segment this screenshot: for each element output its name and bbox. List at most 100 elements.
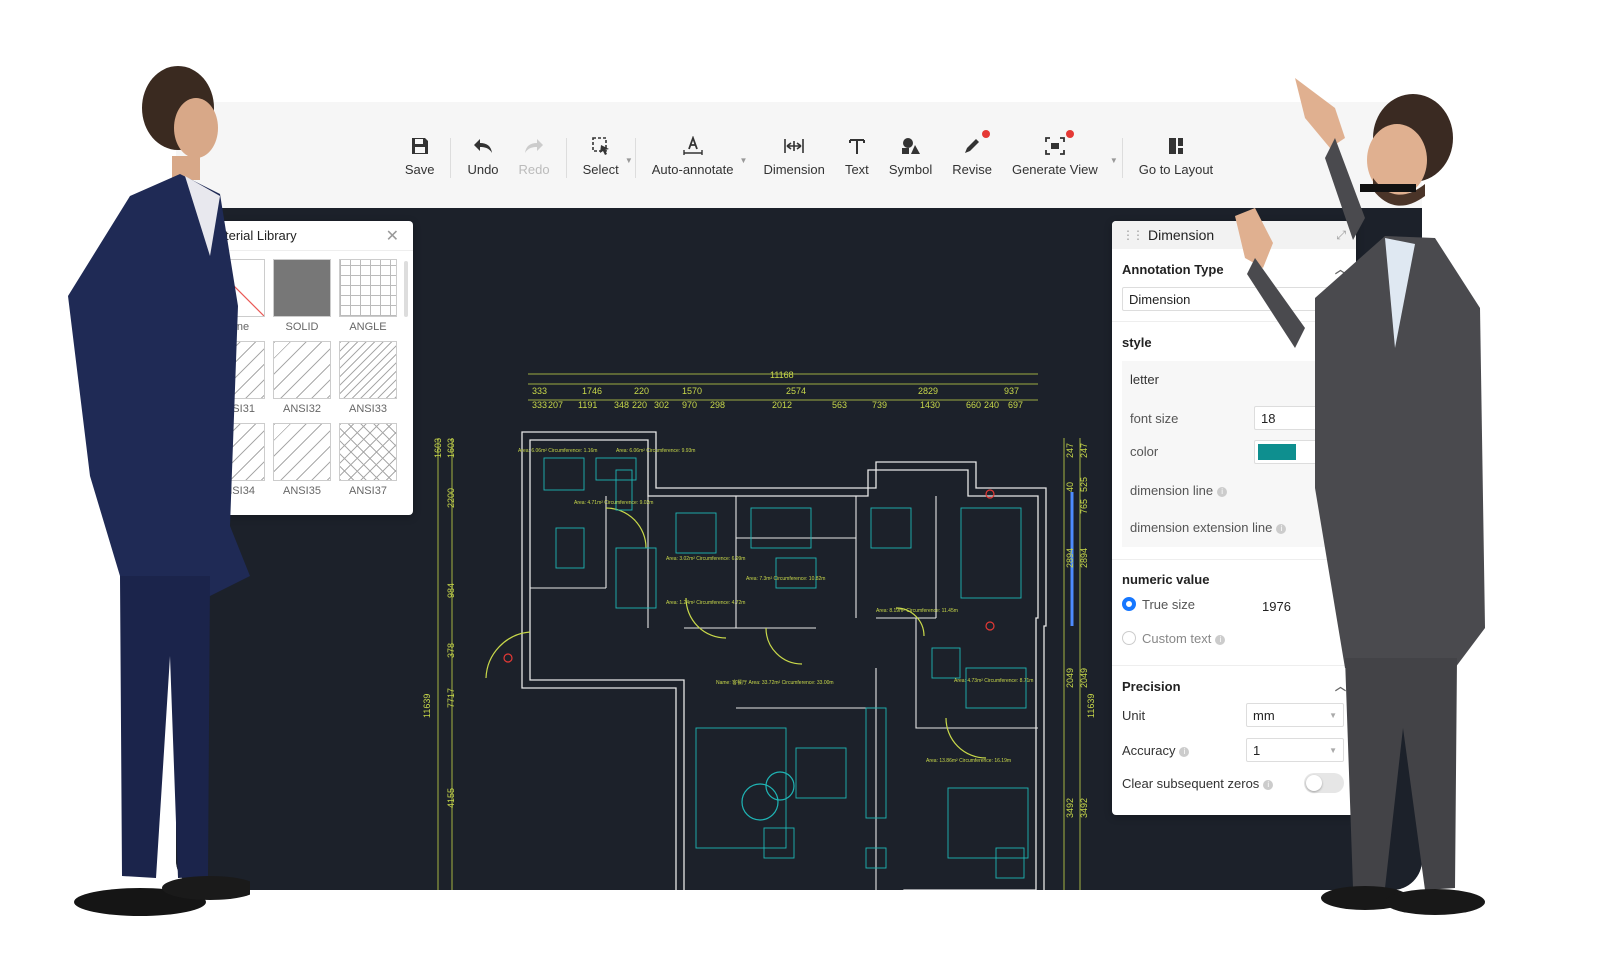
- furniture: [795, 747, 847, 799]
- true-size-radio[interactable]: [1122, 597, 1136, 611]
- furniture: [960, 507, 1022, 599]
- room-label: Area: 1.24m² Circumference: 4.72m: [666, 600, 745, 606]
- annotation-type-value: Dimension: [1129, 291, 1191, 307]
- precision-label: Precision: [1122, 678, 1181, 694]
- dimension-text: 247: [1065, 443, 1075, 458]
- text-button[interactable]: Text: [835, 134, 879, 177]
- text-label: Text: [844, 162, 869, 177]
- room-label: Area: 3.02m² Circumference: 6.99m: [666, 556, 745, 562]
- furniture: [543, 457, 585, 491]
- redo-icon: [522, 134, 546, 158]
- auto-annotate-button[interactable]: Auto-annotate ▼: [642, 134, 747, 177]
- panel-title: Dimension: [1148, 227, 1215, 243]
- interior-wall: [915, 618, 1038, 729]
- dimension-text: 3492: [1079, 798, 1089, 818]
- material-item[interactable]: ANGLE: [339, 259, 397, 335]
- revise-button[interactable]: Revise: [942, 130, 1002, 177]
- scrollbar[interactable]: [404, 261, 408, 317]
- dimension-text: 660: [966, 400, 981, 410]
- select-icon: [589, 134, 613, 158]
- material-swatch: [273, 341, 331, 399]
- select-label: Select: [582, 162, 619, 177]
- dimension-text: 2894: [1079, 548, 1089, 568]
- dimension-text: 525: [1079, 477, 1089, 492]
- dimension-text: 970: [682, 400, 697, 410]
- dimension-text: 11168: [770, 370, 794, 380]
- dimension-text: 11639: [422, 694, 432, 718]
- style-section: style: [1112, 335, 1162, 350]
- material-name: ANSI35: [283, 485, 321, 497]
- room-label: Area: 4.71m² Circumference: 9.02m: [574, 500, 653, 506]
- chevron-down-icon: ▼: [1109, 156, 1118, 165]
- furniture: [675, 512, 717, 554]
- material-name: ANSI32: [283, 403, 321, 415]
- notification-dot: [981, 130, 990, 138]
- dimension-text: 333: [532, 400, 547, 410]
- material-item[interactable]: SOLID: [273, 259, 331, 335]
- dimension-text: 207: [548, 400, 563, 410]
- dimension-text: 333: [532, 386, 547, 396]
- dimension-button[interactable]: Dimension: [753, 134, 834, 177]
- info-icon: i: [1215, 634, 1226, 645]
- dimension-text: 2574: [786, 386, 806, 396]
- material-swatch: [339, 423, 397, 481]
- furniture: [741, 783, 779, 821]
- true-size-label: True size: [1142, 597, 1195, 612]
- material-item[interactable]: ANSI32: [273, 341, 331, 417]
- custom-text-row: Custom text i: [1142, 631, 1226, 646]
- close-icon[interactable]: ✕: [386, 226, 399, 246]
- room-label: Area: 6.06m² Circumference: 1.16m: [518, 448, 597, 454]
- furniture: [965, 667, 1027, 709]
- material-item[interactable]: ANSI35: [273, 423, 331, 499]
- custom-text-radio[interactable]: [1122, 631, 1136, 645]
- undo-button[interactable]: Undo: [457, 134, 508, 177]
- door-arc: [765, 627, 803, 665]
- redo-button[interactable]: Redo: [509, 134, 560, 177]
- dimension-text: 2049: [1065, 668, 1075, 688]
- dimension-text: 984: [446, 583, 456, 598]
- material-item[interactable]: ANSI37: [339, 423, 397, 499]
- drag-handle-icon[interactable]: ⋮⋮: [1122, 228, 1144, 242]
- info-icon: i: [1217, 486, 1228, 497]
- info-icon: i: [1179, 746, 1190, 757]
- dimension-text: 378: [446, 643, 456, 658]
- marker-point: [503, 653, 513, 663]
- dimension-line-row[interactable]: dimension line i: [1130, 483, 1228, 498]
- go-to-layout-button[interactable]: Go to Layout: [1129, 134, 1223, 177]
- toolbar-divider: [1121, 138, 1123, 178]
- custom-text-label: Custom text: [1142, 631, 1212, 646]
- auto-annotate-icon: [681, 134, 705, 158]
- layout-icon: [1164, 134, 1188, 158]
- revise-label: Revise: [952, 162, 992, 177]
- go-to-layout-label: Go to Layout: [1138, 162, 1214, 177]
- dimension-label: Dimension: [763, 162, 825, 177]
- save-button[interactable]: Save: [395, 134, 445, 177]
- dimension-text: 563: [832, 400, 847, 410]
- dimension-text: 220: [632, 400, 647, 410]
- revise-icon: [960, 134, 984, 158]
- dimension-text: 1603: [446, 438, 456, 458]
- dimension-text: 220: [634, 386, 649, 396]
- generate-view-button[interactable]: Generate View ▼: [1002, 130, 1118, 177]
- material-swatch: [339, 341, 397, 399]
- dimension-text: 1430: [920, 400, 940, 410]
- select-button[interactable]: Select ▼: [573, 134, 633, 177]
- dimension-text: 1746: [582, 386, 602, 396]
- toolbar-divider: [634, 138, 636, 178]
- symbol-button[interactable]: Symbol: [879, 134, 942, 177]
- dimension-text: 11639: [1086, 694, 1096, 718]
- material-name: ANGLE: [349, 321, 387, 333]
- numeric-value-label: numeric value: [1122, 571, 1210, 587]
- door-arc: [945, 717, 987, 759]
- undo-label: Undo: [467, 162, 499, 177]
- material-item[interactable]: ANSI33: [339, 341, 397, 417]
- unit-label: Unit: [1122, 708, 1146, 723]
- dimension-text: 247: [1079, 443, 1089, 458]
- notification-dot: [1065, 130, 1074, 138]
- save-label: Save: [404, 162, 435, 177]
- chevron-down-icon: ▼: [624, 156, 633, 165]
- dimension-text: 2012: [772, 400, 792, 410]
- dimension-text: 1570: [682, 386, 702, 396]
- material-name: ANSI33: [349, 403, 387, 415]
- dimension-text: 3492: [1065, 798, 1075, 818]
